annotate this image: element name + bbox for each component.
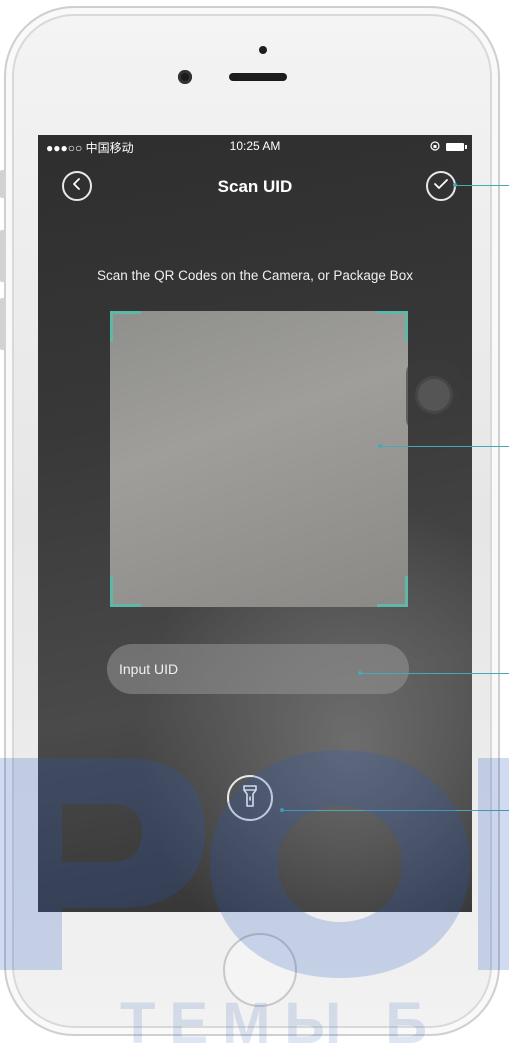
volume-up-button xyxy=(0,230,6,282)
navigation-bar: Scan UID xyxy=(38,163,472,211)
battery-icon xyxy=(446,143,467,151)
page-title: Scan UID xyxy=(217,177,293,196)
status-bar: ●●●○○ 中国移动 10:25 AM xyxy=(38,135,472,157)
viewfinder-corner-top-left xyxy=(110,311,141,342)
watermark-logo xyxy=(0,750,509,978)
scan-instruction: Scan the QR Codes on the Camera, or Pack… xyxy=(97,268,413,283)
volume-down-button xyxy=(0,298,6,350)
checkmark-icon xyxy=(433,177,449,196)
viewfinder-corner-bottom-right xyxy=(377,576,408,607)
callout-line-confirm xyxy=(455,185,509,186)
status-time: 10:25 AM xyxy=(229,139,281,153)
background-camera-object xyxy=(406,361,460,431)
uid-input[interactable] xyxy=(107,644,409,694)
mute-switch xyxy=(0,170,6,198)
callout-line-input xyxy=(360,673,509,674)
viewfinder-corner-top-right xyxy=(377,311,408,342)
status-right xyxy=(430,140,467,154)
proximity-sensor xyxy=(259,46,267,54)
qr-scan-viewfinder[interactable] xyxy=(110,311,408,607)
viewfinder-corner-bottom-left xyxy=(110,576,141,607)
confirm-button[interactable] xyxy=(426,171,456,201)
callout-line-viewfinder xyxy=(380,446,509,447)
front-camera xyxy=(178,70,192,84)
earpiece-speaker xyxy=(229,73,287,81)
watermark-text: ТЕМЫ Б xyxy=(120,991,442,1056)
lock-rotation-icon xyxy=(430,140,440,154)
